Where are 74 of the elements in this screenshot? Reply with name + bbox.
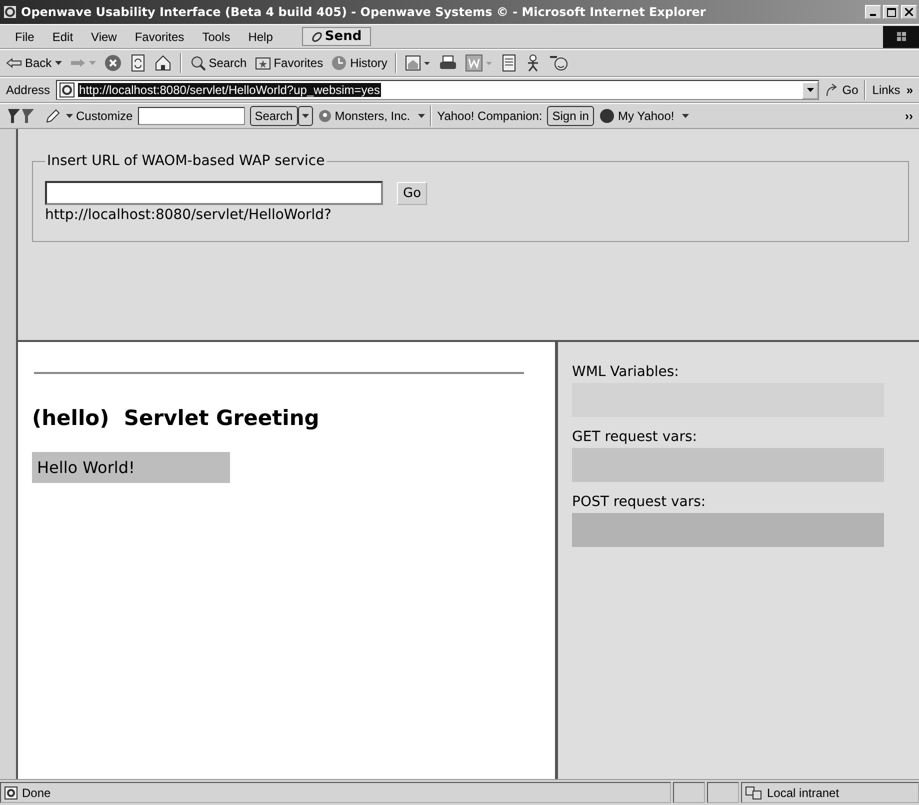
home-icon[interactable] [154,54,172,72]
window-title: Openwave Usability Interface (Beta 4 build 405) - Openwave Systems © - Microsoft Internet Explorer [21,5,707,19]
caret-icon [806,88,814,92]
printer-icon[interactable] [439,54,458,72]
current-url-text: http://localhost:8080/servlet/HelloWorld? [45,207,332,223]
caret-icon [88,61,96,65]
forward-arrow-icon [70,57,86,69]
my-yahoo-button[interactable]: My Yahoo! [598,108,690,124]
favorites-button[interactable]: Favorites [254,56,324,70]
minimize-button[interactable] [865,5,881,19]
browser-icon [2,4,18,20]
stop-icon[interactable] [104,54,122,72]
greeting-message: Hello World! [32,452,230,483]
address-field[interactable]: http://localhost:8080/servlet/HelloWorld?up_websim=yes [56,80,820,100]
star-folder-icon [254,56,271,70]
search-button[interactable]: Search [190,55,247,71]
maximize-icon [886,8,896,16]
caret-icon [66,114,73,118]
variables-label: GET request vars: [572,429,698,445]
page-icon [59,82,76,98]
links-label[interactable]: Links [872,83,900,97]
status-panel [673,782,705,803]
caret-icon [302,114,309,118]
sign-in-button[interactable]: Sign in [547,106,594,126]
status-text: Done [22,786,51,800]
ring-icon [310,30,323,42]
search-icon [190,55,206,71]
network-icon [745,786,763,800]
caret-icon [54,61,62,65]
clock-icon [331,55,348,71]
history-button[interactable]: History [331,55,388,71]
back-button[interactable]: Back [6,56,62,70]
smiley-icon[interactable] [549,54,570,72]
page-icon [4,786,18,800]
companion-label: Yahoo! Companion: [437,109,542,123]
word-document-icon[interactable] [465,54,494,72]
chevron-icon[interactable]: » [906,83,913,97]
refresh-icon[interactable] [130,54,146,72]
go-button[interactable]: Go [397,182,428,204]
search-button[interactable]: Search [250,106,298,126]
back-arrow-icon [6,57,22,69]
windows-logo-icon [883,26,919,48]
menu-item[interactable]: Help [239,30,282,44]
fieldset-legend: Insert URL of WAOM-based WAP service [45,153,327,169]
address-label: Address [6,83,50,97]
variables-label: POST request vars: [572,494,707,510]
mail-icon[interactable] [405,54,432,72]
menu-item[interactable]: Favorites [126,30,194,44]
url-input-field[interactable] [45,181,383,205]
status-panel [707,782,739,803]
zone-text: Local intranet [767,786,840,800]
dropdown-button[interactable] [298,106,313,126]
close-icon [905,8,913,16]
circle-icon [598,108,615,124]
menu-item[interactable]: Edit [43,30,82,44]
document-icon[interactable] [501,54,518,72]
caret-icon [418,114,426,118]
globe-icon [318,109,332,123]
customize-button[interactable]: Customize [66,109,133,123]
curved-arrow-icon [825,83,840,97]
menu-item[interactable]: Tools [193,30,240,44]
pencil-icon[interactable] [45,108,61,124]
maximize-button[interactable] [883,5,899,19]
go-button[interactable]: Go [825,83,858,97]
close-button[interactable] [901,5,917,19]
chevron-icon[interactable]: ›› [905,109,913,123]
greeting-heading: (hello) Servlet Greeting [32,406,320,430]
menu-item[interactable]: View [82,30,126,44]
caret-icon [682,114,690,118]
menu-item[interactable]: File [6,30,44,44]
search-field[interactable] [138,107,245,125]
send-button[interactable]: Send [302,27,371,46]
monsters-button[interactable]: Monsters, Inc. [318,109,426,123]
variables-label: WML Variables: [572,364,680,380]
